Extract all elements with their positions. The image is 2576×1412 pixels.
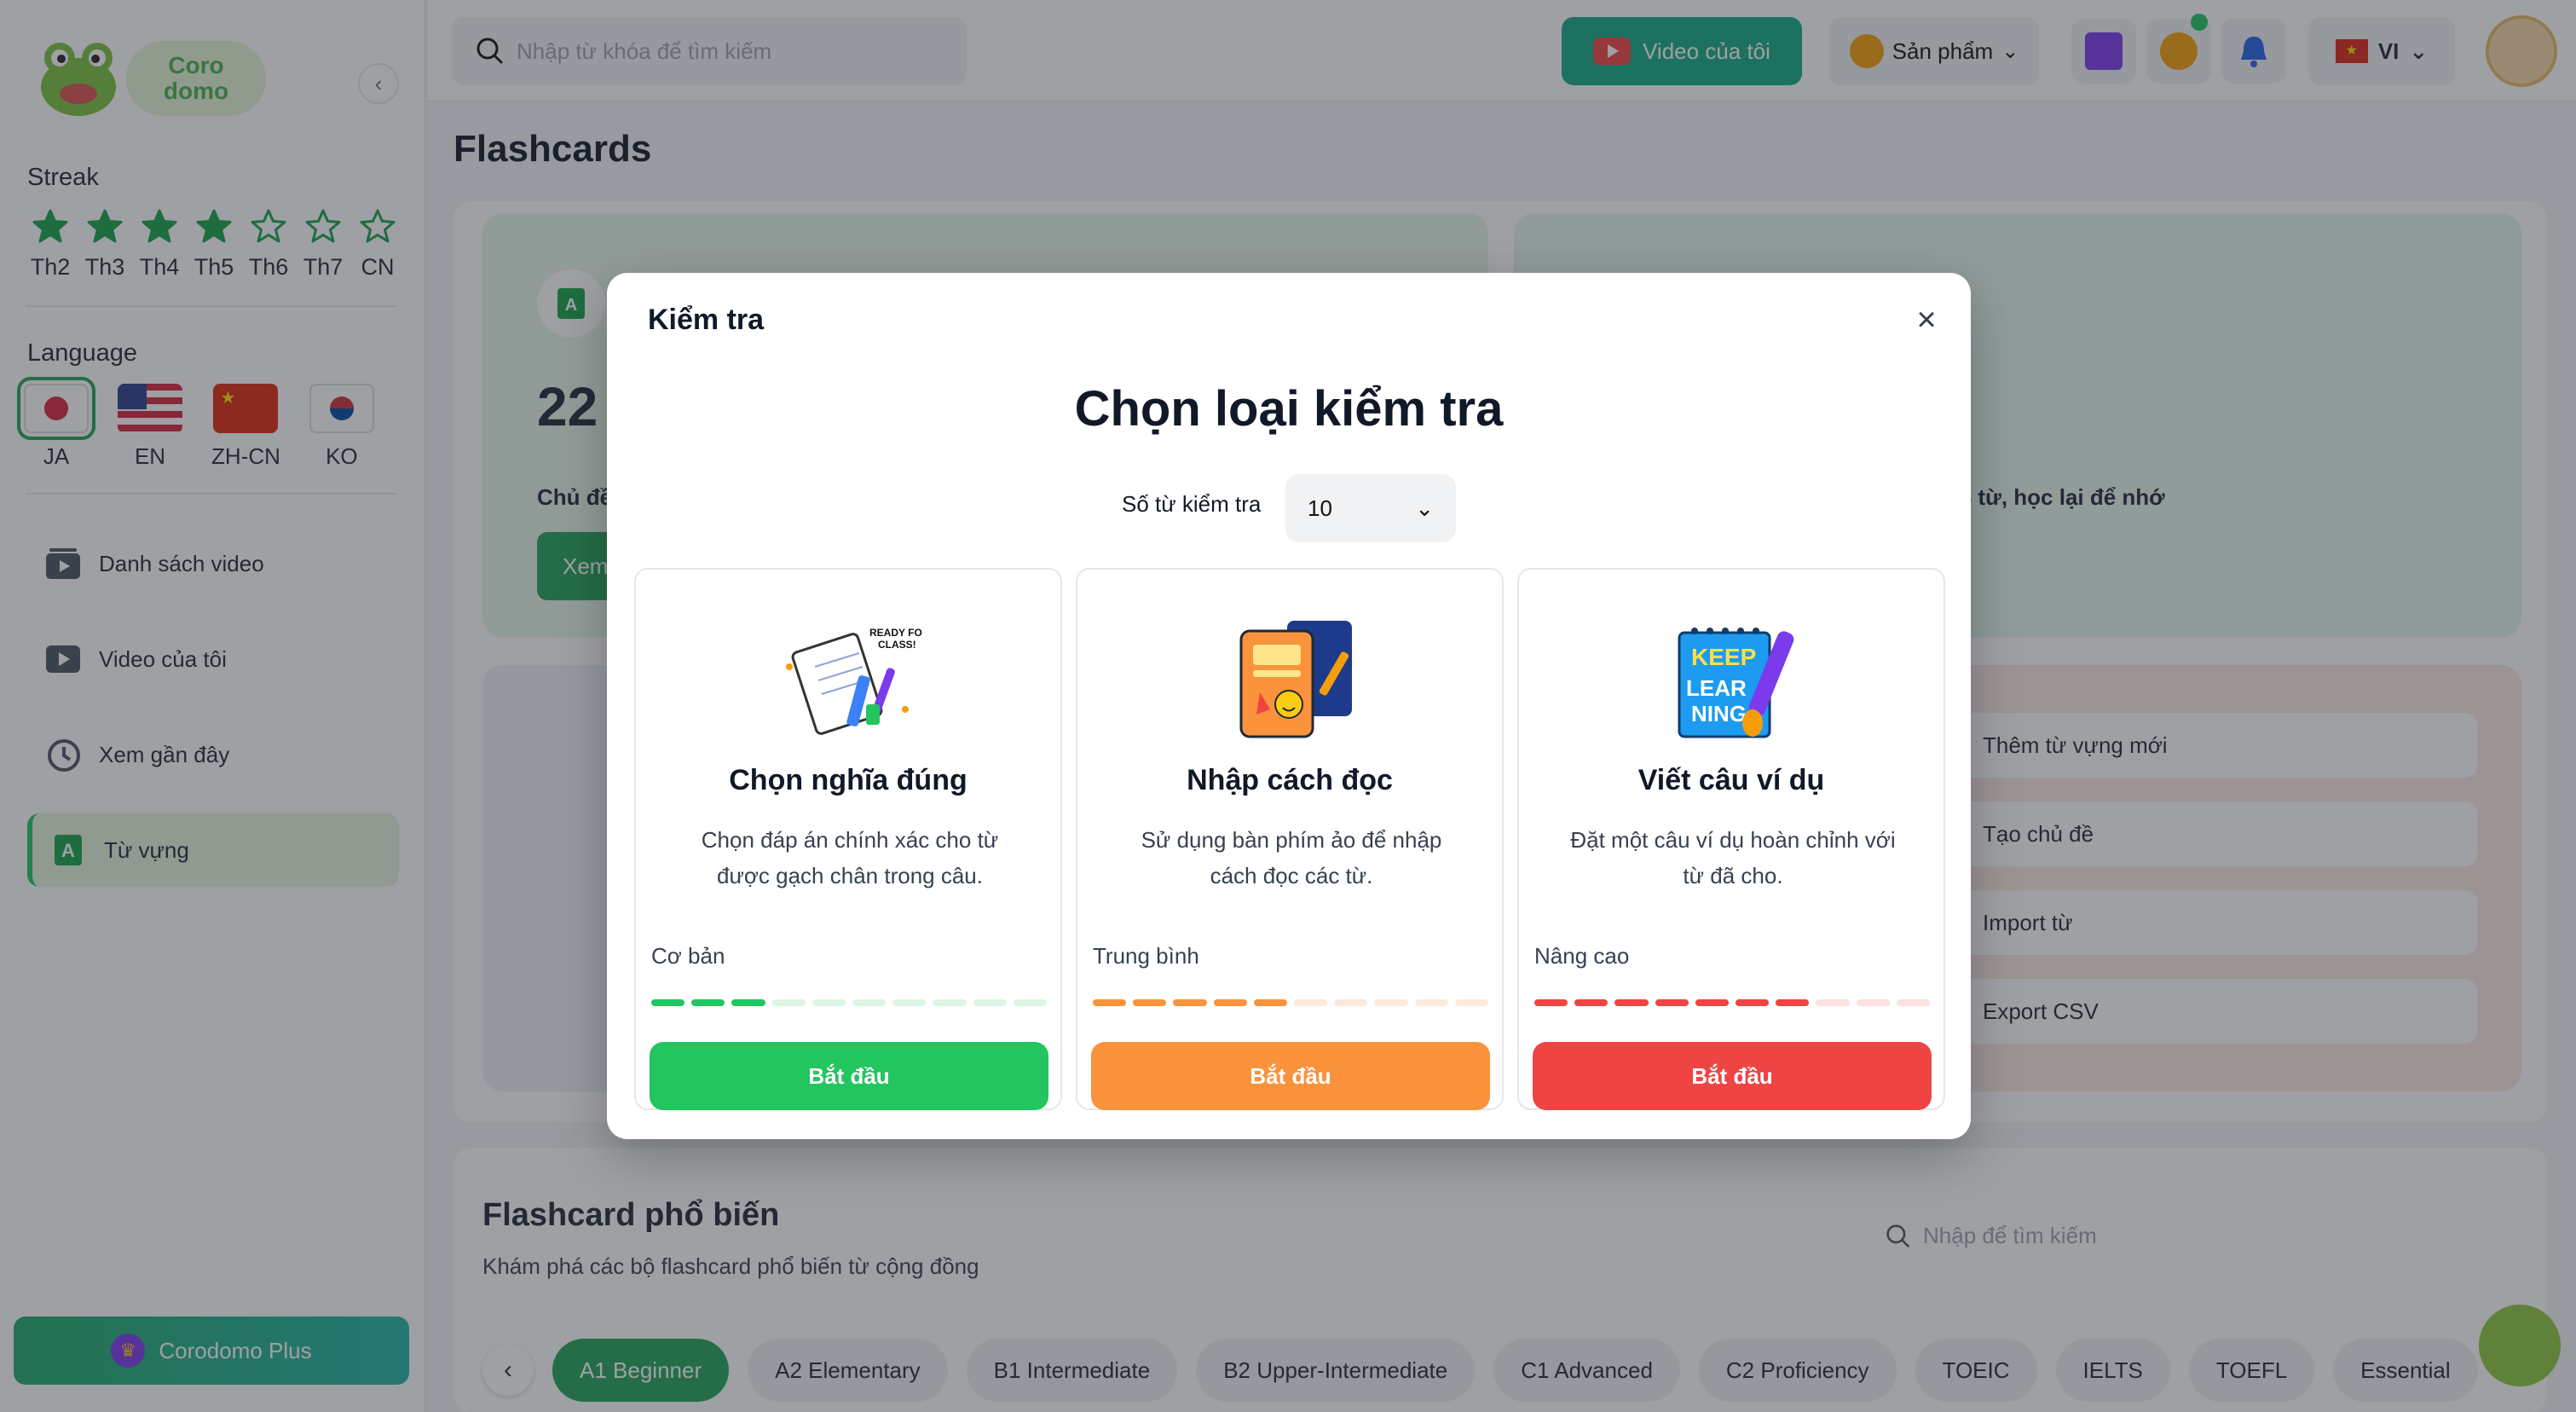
difficulty-segment — [1816, 999, 1850, 1006]
difficulty-segment — [1133, 999, 1167, 1006]
difficulty-segment — [1334, 999, 1368, 1006]
modal-heading: Chọn loại kiểm tra — [1074, 381, 1504, 437]
svg-text:READY FOR: READY FOR — [869, 627, 922, 639]
start-button-multiple-choice[interactable]: Bắt đầu — [650, 1042, 1048, 1110]
difficulty-segment — [1614, 999, 1649, 1006]
test-card-example-sentence[interactable]: KEEP LEAR NING Viết câu ví dụ Đặt một câ… — [1517, 568, 1945, 1110]
difficulty-segment — [1454, 999, 1489, 1006]
difficulty-bar — [651, 999, 1048, 1006]
word-count-label: Số từ kiểm tra — [1122, 491, 1262, 517]
test-card-multiple-choice[interactable]: READY FOR CLASS! Chọn nghĩa đúng Chọn đá… — [634, 568, 1062, 1110]
difficulty-segment — [1414, 999, 1448, 1006]
close-icon[interactable]: × — [1909, 303, 1944, 338]
modal-title: Kiểm tra — [648, 304, 765, 336]
test-description: Chọn đáp án chính xác cho từ được gạch c… — [701, 827, 999, 888]
notebook-pencil-illustration: READY FOR CLASS! — [786, 627, 922, 735]
difficulty-segment — [1695, 999, 1730, 1006]
difficulty-segment — [973, 999, 1007, 1006]
test-name: Chọn nghĩa đúng — [729, 764, 967, 796]
difficulty-segment — [1655, 999, 1689, 1006]
difficulty-segment — [1294, 999, 1328, 1006]
difficulty-bar — [1534, 999, 1931, 1006]
difficulty-segment — [1736, 999, 1770, 1006]
start-button-example-sentence[interactable]: Bắt đầu — [1533, 1042, 1932, 1110]
word-count-value: 10 — [1308, 495, 1332, 521]
difficulty-segment — [1374, 999, 1408, 1006]
difficulty-segment — [731, 999, 765, 1006]
test-level: Nâng cao — [1534, 943, 1630, 969]
difficulty-segment — [1173, 999, 1207, 1006]
difficulty-segment — [852, 999, 887, 1006]
svg-text:KEEP: KEEP — [1691, 644, 1756, 670]
difficulty-segment — [651, 999, 685, 1006]
difficulty-segment — [1253, 999, 1288, 1006]
difficulty-segment — [691, 999, 725, 1006]
test-name: Viết câu ví dụ — [1637, 764, 1825, 796]
books-illustration — [1239, 621, 1352, 738]
test-level: Trung bình — [1093, 943, 1199, 969]
difficulty-segment — [1213, 999, 1247, 1006]
keep-learning-illustration: KEEP LEAR NING — [1678, 628, 1794, 738]
svg-text:NING: NING — [1691, 701, 1747, 726]
difficulty-segment — [933, 999, 967, 1006]
svg-text:CLASS!: CLASS! — [878, 639, 916, 651]
test-level: Cơ bản — [651, 943, 725, 969]
test-card-reading-input[interactable]: Nhập cách đọc Sử dụng bàn phím ảo để nhậ… — [1076, 568, 1504, 1110]
difficulty-segment — [1574, 999, 1609, 1006]
difficulty-segment — [1776, 999, 1810, 1006]
test-modal: Kiểm tra × Chọn loại kiểm tra Số từ kiểm… — [607, 273, 1971, 1139]
difficulty-segment — [811, 999, 846, 1006]
test-description: Sử dụng bàn phím ảo để nhập cách đọc các… — [1141, 827, 1442, 888]
word-count-select[interactable]: 10 ⌄ — [1285, 474, 1456, 542]
difficulty-segment — [892, 999, 927, 1006]
difficulty-segment — [1896, 999, 1931, 1006]
difficulty-segment — [1856, 999, 1890, 1006]
test-description: Đặt một câu ví dụ hoàn chỉnh với từ đã c… — [1570, 827, 1896, 888]
start-button-reading-input[interactable]: Bắt đầu — [1091, 1042, 1490, 1110]
svg-text:LEAR: LEAR — [1686, 675, 1747, 701]
difficulty-segment — [1534, 999, 1568, 1006]
test-name: Nhập cách đọc — [1187, 764, 1393, 796]
difficulty-segment — [1093, 999, 1127, 1006]
difficulty-segment — [1013, 999, 1048, 1006]
difficulty-bar — [1093, 999, 1489, 1006]
difficulty-segment — [771, 999, 806, 1006]
chevron-down-icon: ⌄ — [1415, 495, 1434, 521]
